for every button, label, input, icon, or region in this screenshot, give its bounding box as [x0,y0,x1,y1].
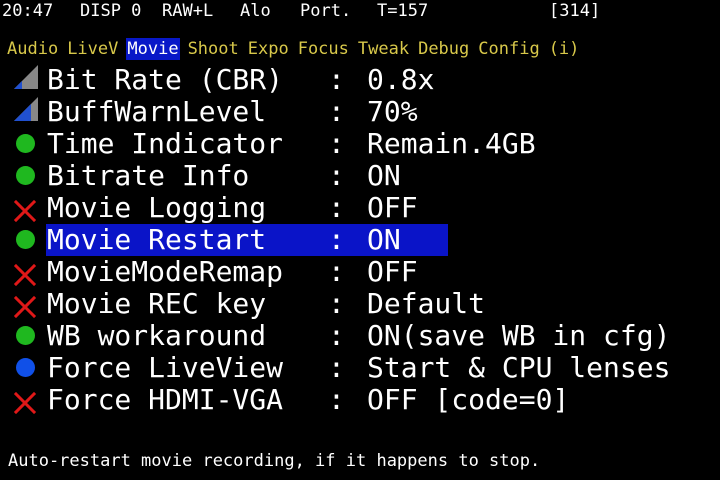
menu-item-separator: : [328,319,345,352]
menu-item-wb-workaround[interactable]: WB workaround : ON(save WB in cfg) [0,320,720,352]
green-dot-icon [14,229,38,251]
menu-item-separator: : [328,95,345,128]
tab-debug[interactable]: Debug [417,38,470,60]
menu-item-separator: : [328,255,345,288]
menu-item-label: WB workaround [47,319,284,352]
menu-item-separator: : [328,159,345,192]
green-dot-icon [14,165,38,187]
status-bar: 20:47 DISP 0 RAW+L Alo Port. T=157 [314] [0,0,720,22]
tab-audio[interactable]: Audio [6,38,59,60]
menu-item-label: Movie Restart [47,223,284,256]
menu-item-label: Bit Rate (CBR) [47,63,284,96]
menu-item-movie-logging[interactable]: Movie Logging : OFF [0,192,720,224]
help-text: Auto-restart movie recording, if it happ… [8,451,541,471]
menu-item-label: Force HDMI-VGA [47,383,284,416]
tab-shoot[interactable]: Shoot [187,38,240,60]
menu-item-force-hdmi-vga[interactable]: Force HDMI-VGA: OFF [code=0] [0,384,720,416]
blue-dot-icon [14,357,38,379]
menu-item-value: Default [367,287,486,320]
menu-item-separator: : [328,127,345,160]
clock: 20:47 [2,1,54,21]
slider-gray-icon [14,65,38,91]
menu-item-moviemoderemap[interactable]: MovieModeRemap: OFF [0,256,720,288]
menu-item-separator: : [328,287,345,320]
menu-item-label: Movie REC key [47,287,284,320]
red-x-icon [13,197,38,223]
menu-item-bitrate-info[interactable]: Bitrate Info : ON [0,160,720,192]
menu-item-buffwarnlevel[interactable]: BuffWarnLevel :70% [0,96,720,128]
menu-item-bit-rate-cbr[interactable]: Bit Rate (CBR):0.8x [0,64,720,96]
menu-item-movie-restart[interactable]: Movie Restart : ON [0,224,720,256]
green-dot-icon [14,133,38,155]
tab-movie[interactable]: Movie [126,38,180,60]
red-x-icon [13,261,38,287]
menu-item-time-indicator[interactable]: Time Indicator: Remain.4GB [0,128,720,160]
menu-item-value: ON [367,159,401,192]
menu-item-label: BuffWarnLevel [47,95,284,128]
menu-item-value: Remain.4GB [367,127,536,160]
red-x-icon [13,389,38,415]
menu-item-value: 0.8x [367,63,435,96]
tab-config[interactable]: Config [477,38,540,60]
menu-item-value: Start & CPU lenses [367,351,671,384]
menu-item-value: OFF [367,255,418,288]
image-quality: RAW+L [162,1,214,21]
tab-tweak[interactable]: Tweak [357,38,410,60]
menu-item-value: ON(save WB in cfg) [367,319,671,352]
menu-item-value: OFF [code=0] [367,383,570,416]
iso-mode: Alo [240,1,271,21]
tab-expo[interactable]: Expo [247,38,290,60]
menu-item-separator: : [328,223,345,256]
menu-item-separator: : [328,383,345,416]
menu-item-movie-rec-key[interactable]: Movie REC key : Default [0,288,720,320]
menu-item-label: Movie Logging [47,191,284,224]
red-x-icon [13,293,38,319]
menu-item-force-liveview[interactable]: Force LiveView: Start & CPU lenses [0,352,720,384]
shots-remaining: [314] [549,1,601,21]
tab-livev[interactable]: LiveV [66,38,119,60]
menu-item-separator: : [328,191,345,224]
slider-blue-icon [14,97,38,123]
temperature: T=157 [377,1,429,21]
menu-item-label: MovieModeRemap [47,255,284,288]
menu-item-label: Force LiveView [47,351,284,384]
tab-focus[interactable]: Focus [297,38,350,60]
menu-item-value: ON [367,223,401,256]
menu-item-value: 70% [367,95,418,128]
menu-item-separator: : [328,63,345,96]
menu-item-value: OFF [367,191,418,224]
tab-i[interactable]: (i) [548,38,581,60]
display-mode: DISP 0 [80,1,142,21]
green-dot-icon [14,325,38,347]
orientation: Port. [300,1,352,21]
menu-tabs: Audio LiveV Movie Shoot Expo Focus Tweak Debug C… [6,38,587,60]
menu-item-label: Bitrate Info [47,159,284,192]
menu-item-separator: : [328,351,345,384]
menu-item-label: Time Indicator [47,127,284,160]
